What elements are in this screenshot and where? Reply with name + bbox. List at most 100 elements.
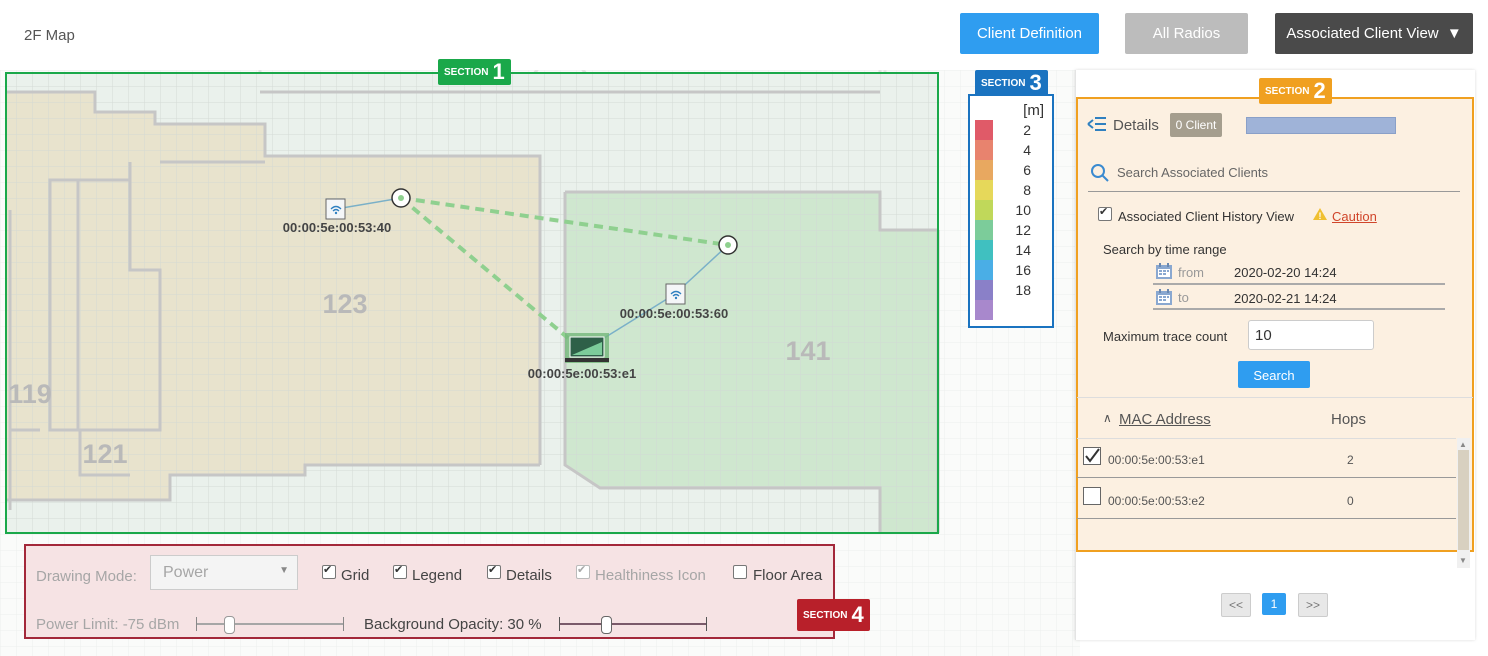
- calendar-icon[interactable]: [1155, 288, 1173, 306]
- grid-checkbox[interactable]: [322, 563, 336, 579]
- pager-page-button[interactable]: 1: [1262, 593, 1286, 615]
- legend-value: 14: [1015, 242, 1031, 258]
- healthiness-icon-checkbox[interactable]: [576, 563, 590, 579]
- details-checkbox[interactable]: [487, 563, 501, 579]
- search-icon[interactable]: [1090, 163, 1110, 183]
- legend-item: 12: [975, 220, 1045, 240]
- background-opacity-slider-track[interactable]: [559, 623, 707, 625]
- details-label: Details: [506, 567, 552, 584]
- background-opacity-label: Background Opacity: 30 %: [364, 616, 542, 633]
- all-radios-button[interactable]: All Radios: [1125, 13, 1248, 54]
- from-label: from: [1178, 265, 1204, 280]
- mac-address-column-header[interactable]: MAC Address: [1119, 411, 1211, 428]
- max-trace-input[interactable]: 10: [1248, 320, 1374, 350]
- laptop-client-icon[interactable]: [565, 333, 609, 363]
- from-underline: [1153, 283, 1445, 285]
- slider-tick: [559, 617, 560, 631]
- to-date-field[interactable]: 2020-02-21 14:24: [1234, 291, 1337, 306]
- pager-prev-button[interactable]: <<: [1221, 593, 1251, 617]
- section-4-tag: SECTION 4: [797, 599, 870, 631]
- calendar-icon[interactable]: [1155, 262, 1173, 280]
- room-label-141: 141: [785, 336, 830, 366]
- table-scrollbar[interactable]: ▲ ▼: [1457, 438, 1470, 568]
- client-definition-button[interactable]: Client Definition: [960, 13, 1099, 54]
- floor-area-checkbox[interactable]: [733, 565, 747, 579]
- row-mac: 00:00:5e:00:53:e1: [1108, 453, 1205, 467]
- caution-link[interactable]: Caution: [1332, 209, 1377, 224]
- legend-value: 2: [1023, 122, 1031, 138]
- to-underline: [1153, 308, 1445, 310]
- legend-checkbox[interactable]: [393, 563, 407, 579]
- details-title: Details: [1113, 117, 1159, 134]
- search-underline: [1088, 191, 1460, 192]
- search-input[interactable]: Search Associated Clients: [1117, 165, 1268, 180]
- table-row[interactable]: 00:00:5e:00:53:e2 0: [1077, 478, 1456, 519]
- legend-swatch: [975, 300, 993, 320]
- row-hops: 2: [1347, 453, 1354, 467]
- legend-item: 6: [975, 160, 1045, 180]
- section-2-tag-number: 2: [1313, 78, 1326, 103]
- room-label-123: 123: [322, 289, 367, 319]
- power-limit-slider-track[interactable]: [196, 623, 344, 625]
- table-row[interactable]: 00:00:5e:00:53:e1 2: [1077, 438, 1456, 478]
- legend-swatch: [975, 140, 993, 160]
- legend-value: 10: [1015, 202, 1031, 218]
- to-label: to: [1178, 290, 1189, 305]
- collapse-list-icon[interactable]: [1087, 116, 1107, 132]
- top-bar: [0, 0, 1488, 70]
- legend-item: 8: [975, 180, 1045, 200]
- section-1-tag-number: 1: [492, 59, 505, 84]
- section-2-tag: SECTION 2: [1259, 78, 1332, 104]
- pager-next-button[interactable]: >>: [1298, 593, 1328, 617]
- slider-tick: [196, 617, 197, 631]
- svg-text:!: !: [1319, 211, 1322, 221]
- legend-swatch: [975, 280, 993, 300]
- section-2-tag-label: SECTION: [1265, 85, 1310, 97]
- legend-value: 12: [1015, 222, 1031, 238]
- legend-item: 4: [975, 140, 1045, 160]
- legend-item: 10: [975, 200, 1045, 220]
- legend-item: 14: [975, 240, 1045, 260]
- grid-label: Grid: [341, 567, 370, 584]
- legend-swatch: [975, 180, 993, 200]
- access-point-icon[interactable]: [325, 198, 346, 220]
- search-button[interactable]: Search: [1238, 361, 1310, 388]
- access-point-icon[interactable]: [665, 283, 686, 305]
- history-view-checkbox[interactable]: [1098, 205, 1112, 221]
- from-date-field[interactable]: 2020-02-20 14:24: [1234, 265, 1337, 280]
- legend-label: Legend: [412, 567, 463, 584]
- time-range-label: Search by time range: [1103, 242, 1227, 257]
- drawing-mode-select[interactable]: Power ▼: [150, 555, 298, 590]
- drawing-mode-label: Drawing Mode:: [36, 568, 137, 585]
- legend-item: 16: [975, 260, 1045, 280]
- scroll-thumb[interactable]: [1458, 450, 1469, 550]
- chevron-down-icon: ▼: [279, 565, 289, 576]
- legend-swatch: [975, 240, 993, 260]
- section-3-tag-label: SECTION: [981, 77, 1026, 89]
- ap-label-60: 00:00:5e:00:53:60: [620, 306, 728, 321]
- hops-column-header: Hops: [1331, 411, 1367, 428]
- room-label-121: 121: [82, 439, 127, 469]
- row-mac: 00:00:5e:00:53:e2: [1108, 494, 1205, 508]
- associated-client-view-label: Associated Client View: [1286, 25, 1439, 42]
- legend-swatch: [975, 260, 993, 280]
- row-checkbox[interactable]: [1083, 447, 1101, 465]
- associated-client-view-button[interactable]: Associated Client View ▼: [1275, 13, 1473, 54]
- legend-value: 18: [1015, 282, 1031, 298]
- client-progress-bar: [1246, 117, 1396, 134]
- row-checkbox[interactable]: [1083, 487, 1101, 505]
- scroll-down-icon[interactable]: ▼: [1459, 556, 1467, 565]
- sort-caret-up-icon[interactable]: ∧: [1103, 411, 1112, 425]
- scroll-up-icon[interactable]: ▲: [1459, 440, 1467, 449]
- legend-swatch: [975, 120, 993, 140]
- drawing-mode-value: Power: [163, 564, 209, 581]
- background-opacity-slider-thumb[interactable]: [601, 616, 612, 634]
- warning-icon: !: [1312, 207, 1328, 221]
- row-hops: 0: [1347, 494, 1354, 508]
- legend-value: 6: [1023, 162, 1031, 178]
- power-limit-label: Power Limit: -75 dBm: [36, 616, 180, 633]
- power-limit-slider-thumb[interactable]: [224, 616, 235, 634]
- caret-down-icon: ▼: [1446, 25, 1462, 42]
- section-3-tag: SECTION 3: [975, 70, 1048, 96]
- slider-tick: [343, 617, 344, 631]
